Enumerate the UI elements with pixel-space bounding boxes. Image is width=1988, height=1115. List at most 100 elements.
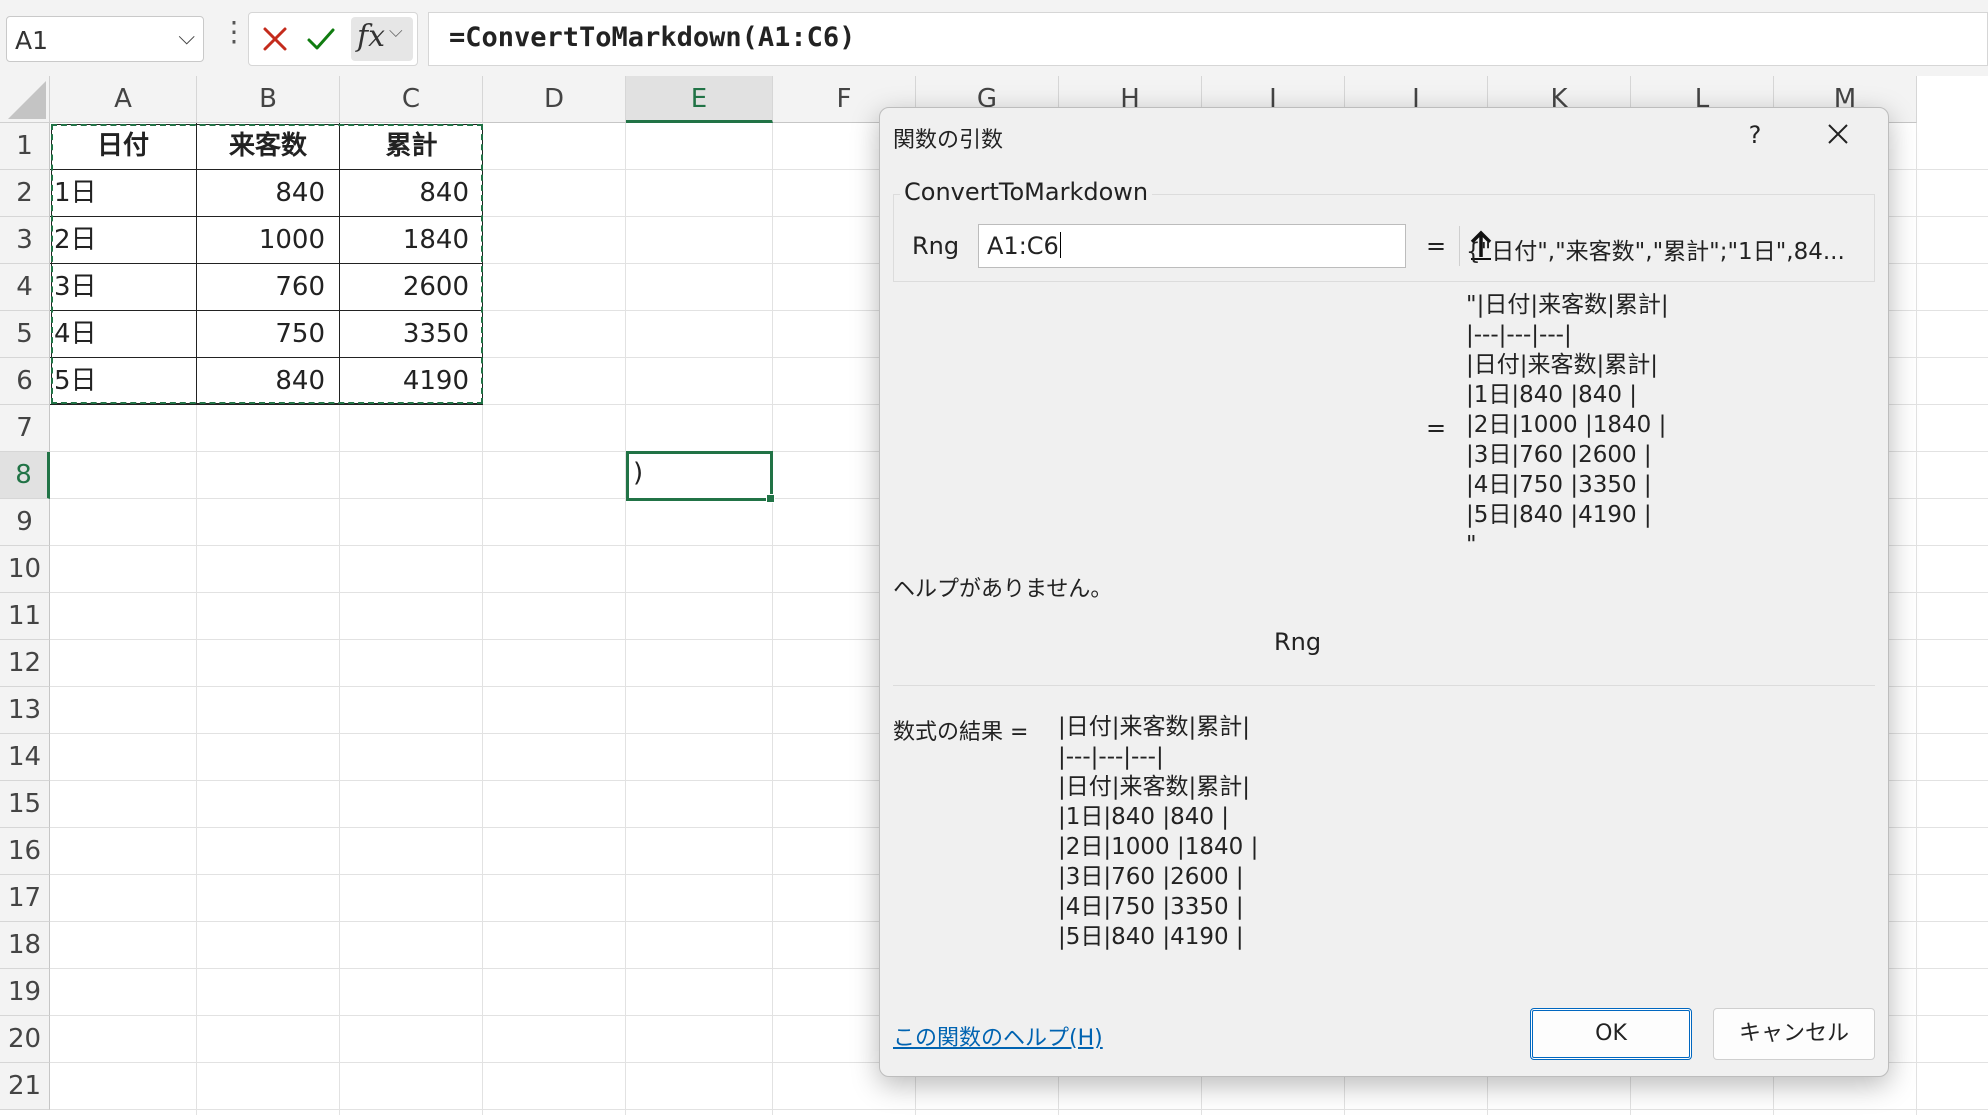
table-cell[interactable]: 1840 — [340, 217, 483, 264]
argument-input-value: A1:C6 — [987, 232, 1061, 260]
argument-equals: = — [1426, 232, 1447, 260]
formula-result-line: |5日|840 |4190 | — [1058, 924, 1244, 950]
formula-result-line: |---|---|---| — [1058, 744, 1164, 770]
function-help-link[interactable]: この関数のヘルプ(H) — [893, 1020, 1103, 1052]
formula-result-label: 数式の結果 = — [893, 720, 1029, 745]
column-header-c[interactable]: C — [340, 76, 483, 123]
table-cell[interactable]: 4190 — [340, 358, 483, 405]
return-value-line: |3日|760 |2600 | — [1466, 442, 1652, 468]
table-cell[interactable]: 760 — [197, 264, 340, 311]
row-header-6[interactable]: 6 — [0, 358, 50, 405]
gridline-h — [50, 1109, 1988, 1110]
argument-input[interactable]: A1:C6 — [978, 224, 1492, 268]
table-cell[interactable]: 2600 — [340, 264, 483, 311]
column-header-e[interactable]: E — [626, 76, 773, 123]
row-header-11[interactable]: 11 — [0, 593, 50, 640]
close-icon — [1828, 124, 1848, 144]
return-value-line: |日付|来客数|累計| — [1466, 352, 1658, 378]
return-equals: = — [1426, 414, 1447, 442]
return-value: "|日付|来客数|累計| |---|---|---| |日付|来客数|累計| |1日|… — [1466, 290, 1669, 560]
row-header-20[interactable]: 20 — [0, 1016, 50, 1063]
fill-handle[interactable] — [766, 494, 775, 503]
formula-result-line: |1日|840 |840 | — [1058, 804, 1230, 830]
table-cell[interactable]: 840 — [197, 170, 340, 217]
table-cell[interactable]: 3350 — [340, 311, 483, 358]
row-header-8[interactable]: 8 — [0, 452, 50, 499]
row-header-9[interactable]: 9 — [0, 499, 50, 546]
return-value-line: |2日|1000 |1840 | — [1466, 412, 1667, 438]
table-cell[interactable]: 750 — [197, 311, 340, 358]
table-header-cell[interactable]: 来客数 — [197, 123, 340, 170]
row-header-16[interactable]: 16 — [0, 828, 50, 875]
divider — [893, 685, 1875, 686]
active-cell-content: ) — [633, 458, 644, 488]
formula-text: =ConvertToMarkdown(A1:C6) — [449, 22, 856, 53]
more-vertical-icon[interactable]: ⋮ — [220, 18, 248, 46]
return-value-line: "|日付|来客数|累計| — [1466, 292, 1669, 318]
table-header-cell[interactable]: 累計 — [340, 123, 483, 170]
table-cell[interactable]: 840 — [197, 358, 340, 405]
table-cell[interactable]: 4日 — [50, 311, 197, 358]
formula-result-line: |日付|来客数|累計| — [1058, 714, 1250, 740]
row-header-5[interactable]: 5 — [0, 311, 50, 358]
formula-result-line: |日付|来客数|累計| — [1058, 774, 1250, 800]
column-header-a[interactable]: A — [50, 76, 197, 123]
row-header-3[interactable]: 3 — [0, 217, 50, 264]
table-cell[interactable]: 2日 — [50, 217, 197, 264]
active-cell-e8[interactable]: ) — [626, 451, 775, 503]
gridline-v — [772, 123, 773, 1115]
help-button[interactable]: ? — [1738, 118, 1772, 152]
column-header-b[interactable]: B — [197, 76, 340, 123]
row-header-17[interactable]: 17 — [0, 875, 50, 922]
formula-result-line: |2日|1000 |1840 | — [1058, 834, 1259, 860]
function-arguments-dialog: 関数の引数 ? ConvertToMarkdown Rng A1:C6 = {"… — [879, 107, 1889, 1077]
formula-result: |日付|来客数|累計| |---|---|---| |日付|来客数|累計| |1日|8… — [1058, 712, 1258, 952]
table-cell[interactable]: 3日 — [50, 264, 197, 311]
cancel-formula-button[interactable] — [255, 19, 295, 59]
formula-buttons: fx ⌵ — [248, 12, 418, 66]
row-header-10[interactable]: 10 — [0, 546, 50, 593]
chevron-down-icon: ⌵ — [389, 21, 403, 42]
argument-label: Rng — [912, 232, 960, 260]
argument-description: Rng — [1274, 628, 1322, 656]
checkmark-icon — [307, 28, 335, 50]
return-value-line: |1日|840 |840 | — [1466, 382, 1638, 408]
formula-result-line: |3日|760 |2600 | — [1058, 864, 1244, 890]
row-header-18[interactable]: 18 — [0, 922, 50, 969]
table-header-cell[interactable]: 日付 — [50, 123, 197, 170]
row-header-2[interactable]: 2 — [0, 170, 50, 217]
ok-button[interactable]: OK — [1530, 1008, 1692, 1060]
row-header-13[interactable]: 13 — [0, 687, 50, 734]
cancel-button[interactable]: キャンセル — [1713, 1008, 1875, 1060]
gridline-v — [1916, 123, 1917, 1115]
row-header-1[interactable]: 1 — [0, 123, 50, 170]
select-all-button[interactable] — [0, 76, 50, 123]
enter-formula-button[interactable] — [301, 19, 341, 59]
table-cell[interactable]: 1000 — [197, 217, 340, 264]
function-description: ヘルプがありません。 — [893, 577, 1113, 602]
return-value-line: |5日|840 |4190 | — [1466, 502, 1652, 528]
dialog-title: 関数の引数 — [893, 128, 1004, 153]
row-header-14[interactable]: 14 — [0, 734, 50, 781]
close-button[interactable] — [1820, 116, 1856, 152]
row-header-4[interactable]: 4 — [0, 264, 50, 311]
row-header-12[interactable]: 12 — [0, 640, 50, 687]
formula-input[interactable]: =ConvertToMarkdown(A1:C6) — [428, 12, 1988, 66]
table-cell[interactable]: 840 — [340, 170, 483, 217]
insert-function-button[interactable]: fx ⌵ — [351, 17, 413, 61]
chevron-down-icon[interactable]: ⌵ — [178, 25, 195, 50]
table-cell[interactable]: 1日 — [50, 170, 197, 217]
name-box-value: A1 — [15, 26, 49, 55]
argument-evaluated-value: {"日付","来客数","累計";"1日",84... — [1466, 239, 1845, 265]
row-header-7[interactable]: 7 — [0, 405, 50, 452]
return-value-line: |4日|750 |3350 | — [1466, 472, 1652, 498]
column-header-d[interactable]: D — [483, 76, 626, 123]
name-box[interactable]: A1 ⌵ — [6, 16, 204, 62]
row-header-19[interactable]: 19 — [0, 969, 50, 1016]
formula-bar: A1 ⌵ ⋮ fx ⌵ =ConvertToMarkdown(A1:C6) — [0, 0, 1988, 76]
row-header-21[interactable]: 21 — [0, 1063, 50, 1110]
table-cell[interactable]: 5日 — [50, 358, 197, 405]
return-value-line: |---|---|---| — [1466, 322, 1572, 348]
row-header-15[interactable]: 15 — [0, 781, 50, 828]
fx-icon: fx — [357, 19, 386, 54]
